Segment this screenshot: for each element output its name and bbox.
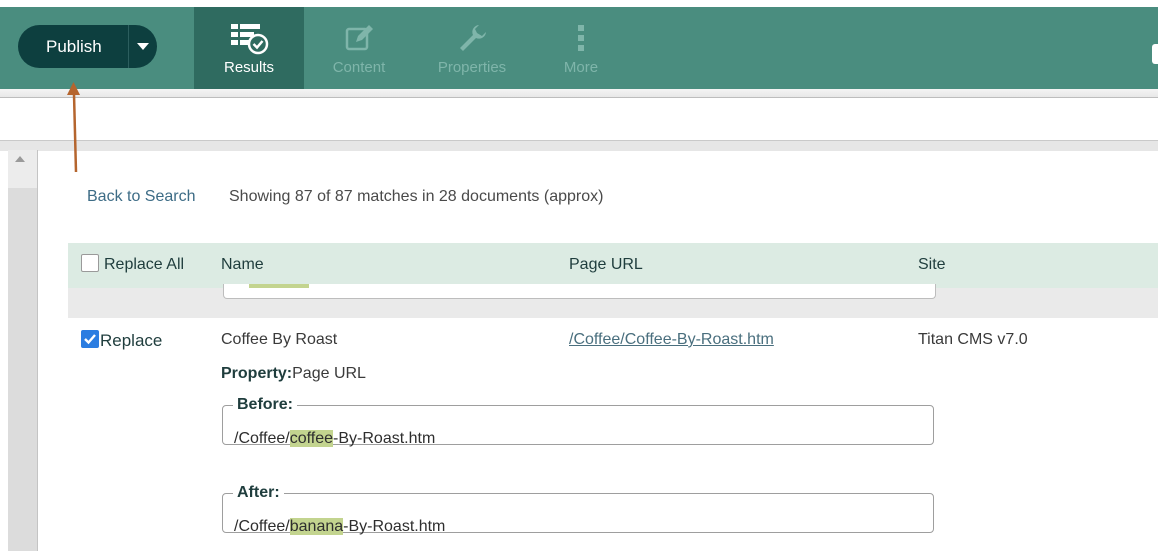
vertical-scrollbar[interactable]: [8, 150, 38, 551]
tab-content[interactable]: Content: [318, 7, 400, 89]
tab-content-label: Content: [332, 59, 386, 76]
results-table-header: Replace All Name Page URL Site: [68, 243, 1158, 288]
after-match-highlight: banana: [289, 518, 344, 535]
edit-icon: [344, 21, 374, 55]
after-prefix: /Coffee/: [234, 518, 290, 535]
results-check-icon: [229, 21, 269, 55]
result-name: Coffee By Roast: [221, 331, 338, 348]
publish-dropdown-caret[interactable]: [129, 42, 157, 51]
tab-more[interactable]: More: [553, 7, 609, 89]
property-key: Property:: [221, 365, 293, 382]
tab-properties[interactable]: Properties: [424, 7, 520, 89]
previous-result-row: [68, 284, 1158, 318]
before-prefix: /Coffee/: [234, 430, 290, 447]
tab-results-label: Results: [223, 59, 275, 76]
property-line: Property:Page URL: [221, 365, 366, 383]
top-toolbar: Publish Results Content Properties More: [0, 0, 1158, 89]
before-value: /Coffee/coffee-By-Roast.htm: [234, 430, 435, 448]
scroll-up-arrow-icon[interactable]: [15, 156, 25, 162]
previous-after-field: [223, 284, 936, 299]
column-header-name: Name: [221, 256, 264, 273]
replace-all-label: Replace All: [104, 256, 185, 273]
wrench-icon: [457, 21, 487, 55]
results-summary: Showing 87 of 87 matches in 28 documents…: [229, 188, 604, 205]
vertical-dots-icon: [577, 21, 585, 55]
tab-properties-label: Properties: [437, 59, 507, 76]
result-page-url-link[interactable]: /Coffee/Coffee-By-Roast.htm: [569, 331, 774, 349]
after-legend: After:: [237, 484, 280, 501]
replace-label: Replace: [100, 331, 163, 350]
toolbar-edge-icon: [1152, 44, 1158, 64]
publish-button-label[interactable]: Publish: [18, 37, 128, 57]
after-suffix: -By-Roast.htm: [343, 518, 446, 535]
before-legend: Before:: [237, 396, 294, 413]
replace-checkbox[interactable]: [81, 330, 99, 348]
before-field: Before: /Coffee/coffee-By-Roast.htm: [222, 396, 934, 448]
checkmark-icon: [84, 334, 96, 345]
sub-toolbar-separator: [0, 140, 1158, 151]
toolbar-bottom-border: [0, 89, 1158, 98]
result-row: Replace Coffee By Roast /Coffee/Coffee-B…: [68, 318, 1158, 551]
after-field: After: /Coffee/banana-By-Roast.htm: [222, 484, 934, 536]
column-header-site: Site: [918, 256, 946, 273]
sub-toolbar: [0, 98, 1158, 140]
property-value: Page URL: [292, 365, 366, 382]
previous-match-highlight: [249, 284, 309, 288]
chevron-down-icon: [137, 43, 149, 50]
before-match-highlight: coffee: [289, 430, 334, 447]
publish-split-button[interactable]: Publish: [18, 25, 157, 68]
tab-more-label: More: [563, 59, 599, 76]
after-value: /Coffee/banana-By-Roast.htm: [234, 518, 445, 536]
result-site: Titan CMS v7.0: [918, 331, 1028, 348]
replace-all-checkbox[interactable]: [81, 254, 99, 272]
before-suffix: -By-Roast.htm: [333, 430, 436, 447]
column-header-page-url: Page URL: [569, 256, 643, 273]
back-to-search-link[interactable]: Back to Search: [87, 188, 196, 206]
scrollbar-thumb[interactable]: [8, 188, 37, 551]
toolbar-top-border: [0, 0, 1158, 7]
tab-results[interactable]: Results: [194, 7, 304, 89]
